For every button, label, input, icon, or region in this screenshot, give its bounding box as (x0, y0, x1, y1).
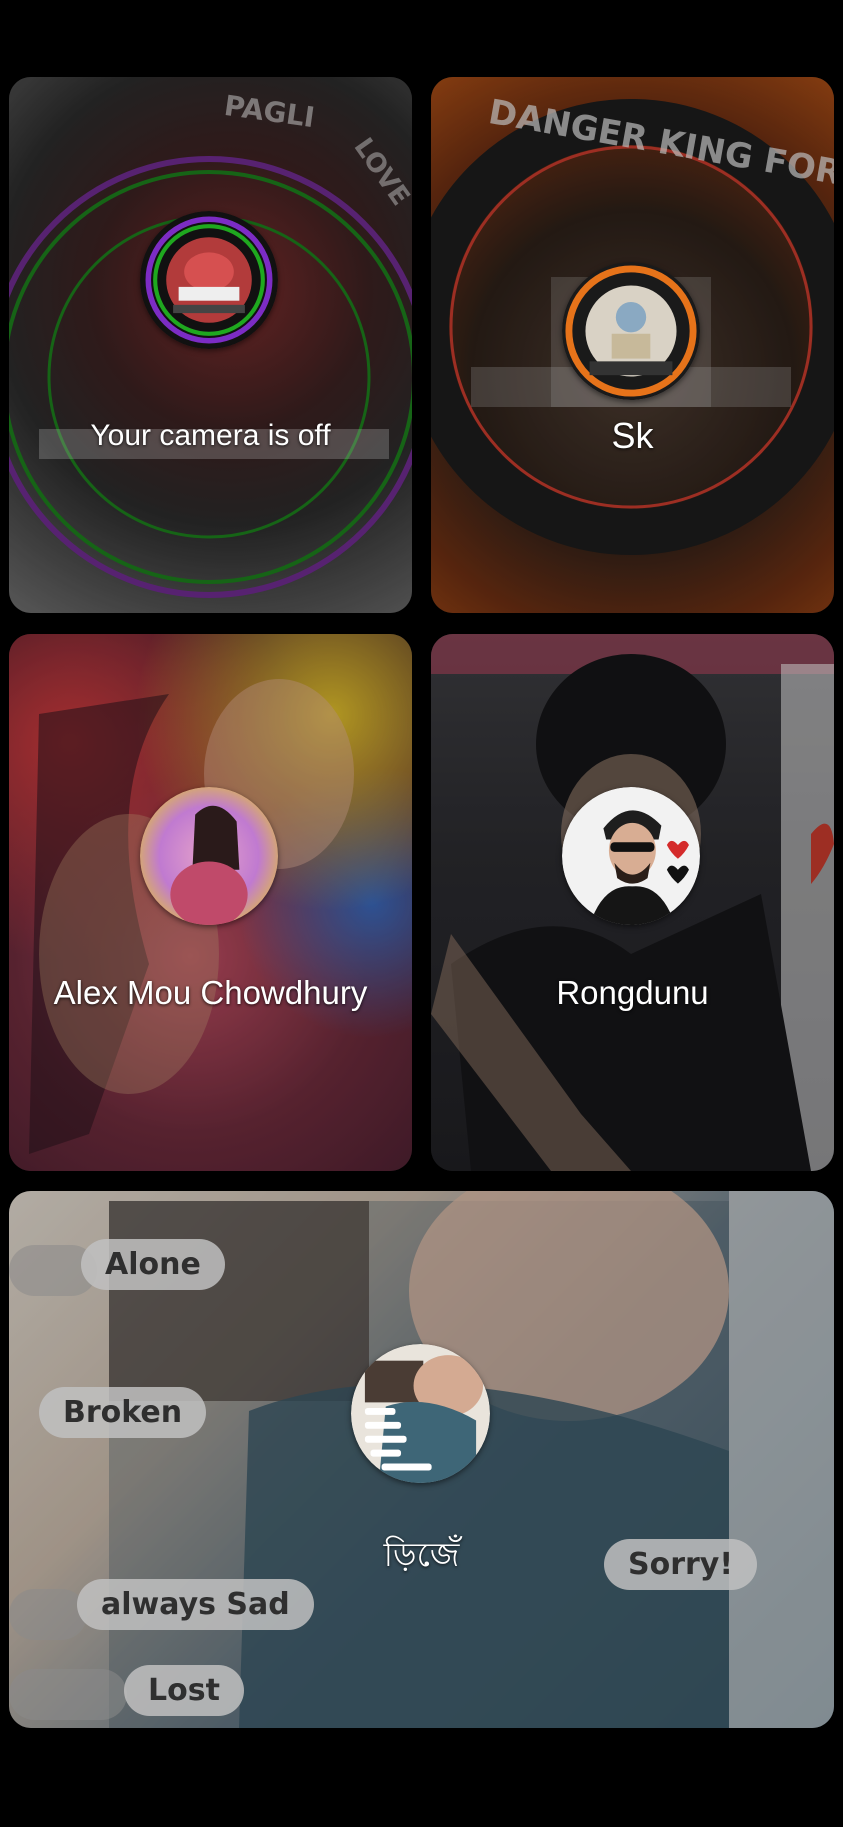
video-call-grid: PAGLI LOVE Your camera is off DANGER KIN… (0, 0, 843, 1827)
participant-name: Alex Mou Chowdhury (53, 974, 368, 1011)
participant-name: Your camera is off (90, 419, 331, 452)
user-avatar-alex (140, 787, 278, 925)
user-avatar-sad-collage (351, 1344, 490, 1483)
user-avatar-pagli-love (140, 211, 278, 349)
participant-name: Rongdunu (556, 974, 709, 1011)
participant-name: ড়িজেঁ (383, 1535, 460, 1574)
user-avatar-danger-king-force (562, 262, 700, 400)
participant-tile-self[interactable]: PAGLI LOVE Your camera is off (9, 77, 412, 613)
participant-tile-rongdunu[interactable]: Rongdunu (431, 634, 834, 1171)
user-avatar-rongdunu (562, 787, 700, 925)
participant-name: Sk (611, 415, 654, 456)
participant-tile-sk[interactable]: DANGER KING FORCE Sk (431, 77, 834, 613)
participant-tile-dizen[interactable]: . Alone Broken . always Sad . Lost Sorry… (9, 1191, 834, 1728)
participant-tile-alex[interactable]: Alex Mou Chowdhury (9, 634, 412, 1171)
